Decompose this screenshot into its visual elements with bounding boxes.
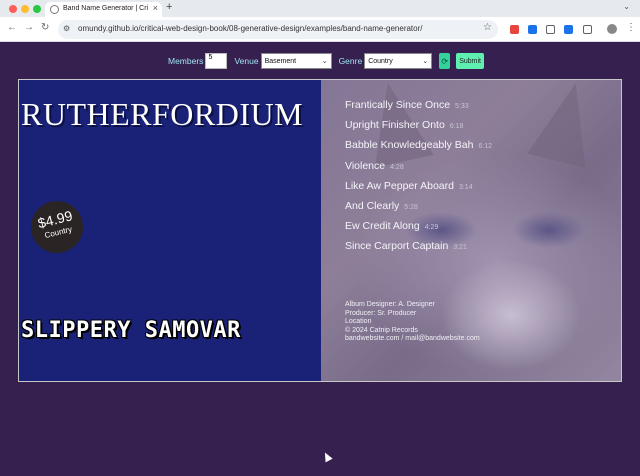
track-item: Since Carport Captain 3:21 [345,240,615,260]
credit-designer: Album Designer: A. Designer [345,301,435,308]
track-duration: 6:18 [449,123,464,131]
tab-search-chevron-icon[interactable]: ⌄ [623,2,630,11]
back-icon[interactable]: ← [7,22,17,33]
track-item: Frantically Since Once 5:33 [345,99,615,119]
address-bar[interactable]: ⚙ omundy.github.io/critical-web-design-b… [58,20,498,39]
extension-icon[interactable] [510,25,519,34]
band-name: RUTHERFORDIUM [21,96,304,132]
track-item: And Clearly 5:28 [345,200,615,220]
track-name: Frantically Since Once [345,99,451,111]
genre-label: Genre [338,56,363,66]
track-name: Ew Credit Along [345,220,420,233]
tab-close-icon[interactable]: × [153,3,158,13]
track-duration: 3:14 [458,183,473,191]
track-duration: 5:28 [404,203,418,211]
album-credits: Album Designer: A. Designer Producer: Sr… [345,301,615,344]
tab-title: Band Name Generator | Criti [63,5,148,12]
browser-tab[interactable]: Band Name Generator | Criti × [45,2,162,17]
album-back-panel: Frantically Since Once 5:33 Upright Finis… [321,80,621,381]
profile-avatar[interactable] [607,24,617,34]
chevron-down-icon: ⌄ [422,58,429,65]
venue-select[interactable]: Basement ⌄ [260,53,332,69]
track-duration: 5:33 [455,103,469,110]
genre-select[interactable]: Country ⌄ [364,53,433,69]
browser-toolbar: ← → ↻ ⚙ omundy.github.io/critical-web-de… [0,17,640,42]
track-duration: 4:29 [424,224,439,232]
extension-icon[interactable] [564,25,573,34]
credit-copyright: © 2024 Catnip Records [345,326,418,334]
track-duration: 3:21 [453,244,467,252]
credit-producer: Producer: Sr. Producer [345,309,417,317]
track-name: Like Aw Pepper Aboard [345,179,454,192]
track-duration: 6:12 [478,143,493,151]
window-close-icon[interactable] [9,5,17,13]
track-name: And Clearly [345,199,400,212]
credit-location: Location [345,318,372,326]
track-name: Violence [345,159,386,172]
site-info-icon[interactable]: ⚙ [63,24,70,33]
price-sticker: $4.99 Country [25,195,89,259]
new-tab-button[interactable]: + [166,1,172,13]
credit-contact: bandwebsite.com / mail@bandwebsite.com [345,335,480,343]
genre-select-value: Country [368,57,393,65]
album-title: SLIPPERY SAMOVAR [21,318,241,343]
album-front-panel: RUTHERFORDIUM $4.99 Country SLIPPERY SAM… [19,80,321,381]
track-item: Like Aw Pepper Aboard 3:14 [345,180,615,200]
track-item: Upright Finisher Onto 6:18 [345,119,615,139]
reload-icon[interactable]: ↻ [41,22,49,33]
extension-icon[interactable] [528,25,537,34]
page: Members 5 Venue Basement ⌄ Genre Country… [0,43,640,476]
window-zoom-icon[interactable] [33,5,41,13]
extension-icon[interactable] [546,25,555,34]
track-name: Since Carport Captain [345,240,449,253]
album-cover: RUTHERFORDIUM $4.99 Country SLIPPERY SAM… [18,79,622,382]
refresh-button[interactable]: ⟳ [439,53,451,69]
address-url[interactable]: omundy.github.io/critical-web-design-boo… [78,24,423,33]
track-name: Upright Finisher Onto [345,119,445,132]
browser-tab-bar: Band Name Generator | Criti × + ⌄ [0,0,640,17]
venue-label: Venue [234,56,259,66]
members-input[interactable]: 5 [205,53,228,69]
forward-icon[interactable]: → [24,22,34,33]
generator-controls: Members 5 Venue Basement ⌄ Genre Country… [168,52,484,70]
window-minimize-icon[interactable] [21,5,29,13]
venue-select-value: Basement [264,57,297,65]
track-name: Babble Knowledgeably Bah [345,139,474,152]
submit-button[interactable]: Submit [456,53,484,69]
track-list: Frantically Since Once 5:33 Upright Finis… [345,99,615,261]
menu-kebab-icon[interactable]: ⋮ [626,22,636,33]
globe-icon [50,5,59,14]
bookmark-star-icon[interactable]: ☆ [483,22,492,33]
track-item: Violence 4:28 [345,160,615,180]
chevron-down-icon: ⌄ [321,58,328,65]
puzzle-extensions-icon[interactable] [583,25,592,34]
track-item: Ew Credit Along 4:29 [345,220,615,240]
track-duration: 4:28 [390,163,404,171]
refresh-icon: ⟳ [441,56,449,66]
track-item: Babble Knowledgeably Bah 6:12 [345,139,615,159]
mouse-cursor-icon [321,450,333,463]
members-label: Members [168,56,204,66]
